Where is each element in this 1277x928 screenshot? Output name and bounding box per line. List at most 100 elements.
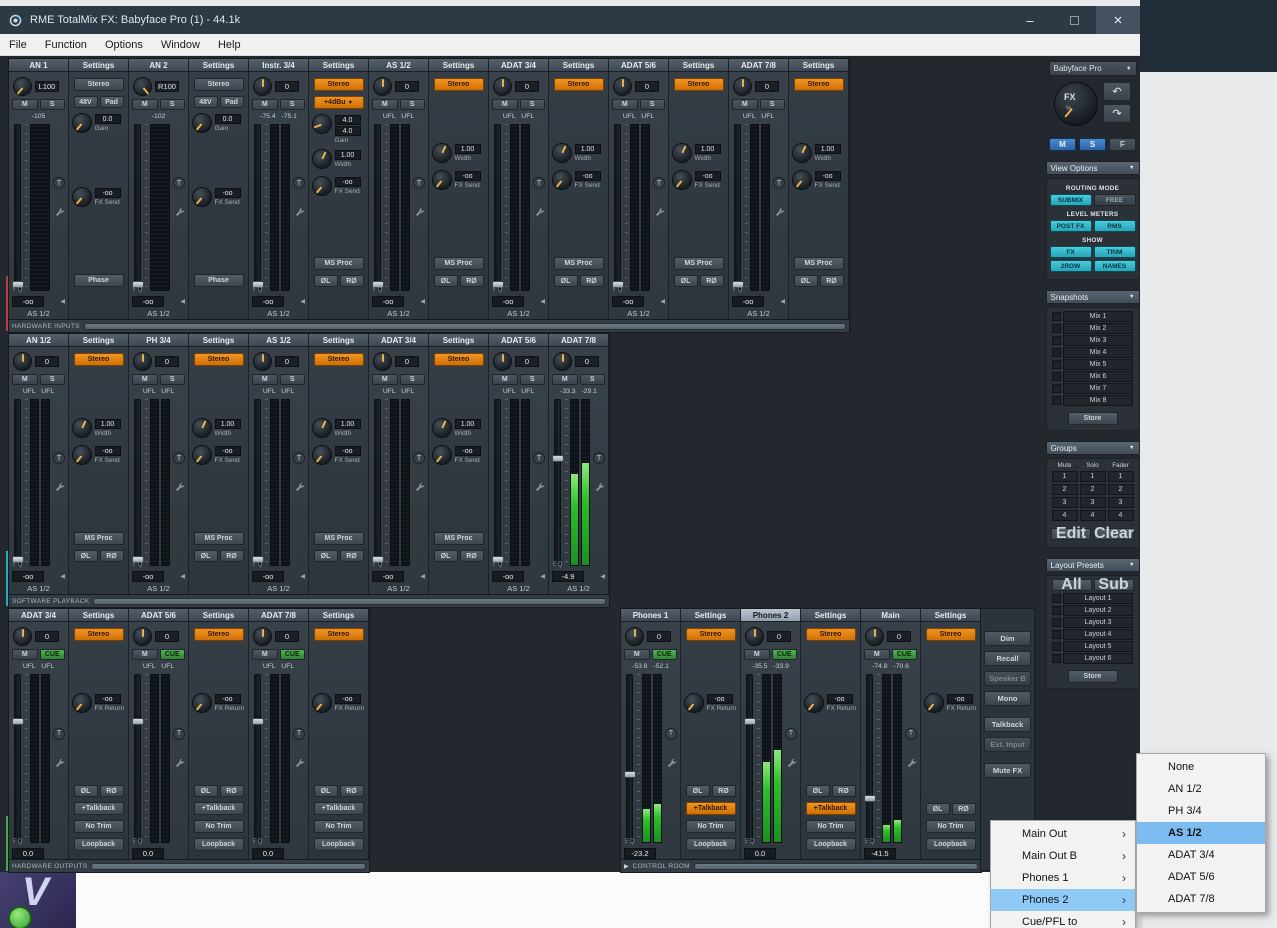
group-cell[interactable]: 3 <box>1052 497 1078 508</box>
mute-button[interactable]: M <box>732 99 758 110</box>
snapshot-row[interactable]: Mix 8 <box>1052 395 1133 406</box>
output-cycle-icon[interactable]: ◀ <box>780 298 785 305</box>
stereo-button[interactable]: Stereo <box>74 353 124 366</box>
phase-right-button[interactable]: RØ <box>220 785 244 797</box>
fx-return-knob[interactable] <box>192 693 212 713</box>
fader-handle[interactable] <box>624 771 636 778</box>
solo-button[interactable]: S <box>400 99 426 110</box>
output-cycle-icon[interactable]: ◀ <box>660 298 665 305</box>
fader-track[interactable] <box>554 399 561 566</box>
pan-knob[interactable] <box>133 627 152 646</box>
settings-wrench-icon[interactable] <box>906 756 917 767</box>
fader-track[interactable] <box>626 674 633 843</box>
loopback-button[interactable]: Loopback <box>686 838 736 851</box>
solo-button[interactable]: S <box>280 374 306 385</box>
fader-track[interactable] <box>494 124 501 291</box>
stereo-button[interactable]: Stereo <box>674 78 724 91</box>
fader-track[interactable] <box>614 124 621 291</box>
menu-options[interactable]: Options <box>96 34 152 55</box>
settings-wrench-icon[interactable] <box>54 756 65 767</box>
stereo-button[interactable]: Stereo <box>806 628 856 641</box>
stereo-button[interactable]: Stereo <box>74 628 124 641</box>
mute-button[interactable]: M <box>252 99 278 110</box>
channel-name[interactable]: AN 1/2 <box>9 334 68 347</box>
fx-send-knob[interactable] <box>312 176 332 196</box>
phase-right-button[interactable]: RØ <box>712 785 736 797</box>
fader-handle[interactable] <box>252 718 264 725</box>
loopback-button[interactable]: Loopback <box>806 838 856 851</box>
fx-send-knob[interactable] <box>312 445 332 465</box>
pan-knob[interactable] <box>13 77 32 96</box>
context-item-main-out[interactable]: Main Out› <box>991 823 1135 845</box>
pan-knob[interactable] <box>133 77 152 96</box>
48v-button[interactable]: 48V <box>194 96 218 108</box>
output-cycle-icon[interactable]: ◀ <box>420 573 425 580</box>
no-trim-button[interactable]: No Trim <box>806 820 856 833</box>
fader-track[interactable] <box>14 399 21 566</box>
group-cell[interactable]: 2 <box>1080 484 1106 495</box>
channel-name[interactable]: ADAT 7/8 <box>729 59 788 72</box>
output-assign[interactable]: AS 1/2 <box>489 307 548 319</box>
pan-knob[interactable] <box>253 352 272 371</box>
solo-button[interactable]: S <box>640 99 666 110</box>
loopback-button[interactable]: Loopback <box>194 838 244 851</box>
group-cell[interactable]: 1 <box>1108 471 1134 482</box>
width-knob[interactable] <box>672 143 692 163</box>
minimize-button[interactable]: – <box>1008 6 1052 34</box>
fx-send-knob[interactable] <box>192 445 212 465</box>
trim-button[interactable]: T <box>413 177 425 189</box>
output-cycle-icon[interactable]: ◀ <box>600 573 605 580</box>
output-assign[interactable]: AS 1/2 <box>249 582 308 594</box>
submix-toggle[interactable]: SUBMIX <box>1050 194 1092 206</box>
group-cell[interactable]: 3 <box>1108 497 1134 508</box>
fader-handle[interactable] <box>132 718 144 725</box>
trim-button[interactable]: T <box>905 728 917 740</box>
trim-button[interactable]: T <box>53 728 65 740</box>
context-item-cue-pfl-to[interactable]: Cue/PFL to› <box>991 911 1135 928</box>
expand-icon[interactable]: ▶ <box>624 863 629 870</box>
mono-button[interactable]: Mono <box>984 691 1031 706</box>
menu-function[interactable]: Function <box>36 34 96 55</box>
mute-button[interactable]: M <box>132 99 158 110</box>
mute-button[interactable]: M <box>612 99 638 110</box>
stereo-button[interactable]: Stereo <box>74 78 124 91</box>
stereo-button[interactable]: Stereo <box>554 78 604 91</box>
phase-left-button[interactable]: ØL <box>686 785 710 797</box>
layout-tab-sub[interactable]: Sub <box>1094 579 1134 591</box>
submenu-item-ph-3-4[interactable]: PH 3/4 <box>1137 800 1265 822</box>
fader-track[interactable] <box>14 124 21 291</box>
width-knob[interactable] <box>792 143 812 163</box>
fx-send-knob[interactable] <box>432 170 452 190</box>
settings-wrench-icon[interactable] <box>414 205 425 216</box>
trim-button[interactable]: T <box>293 452 305 464</box>
phase-right-button[interactable]: RØ <box>952 803 976 815</box>
output-cycle-icon[interactable]: ◀ <box>60 573 65 580</box>
phase-left-button[interactable]: ØL <box>314 785 338 797</box>
no-trim-button[interactable]: No Trim <box>686 820 736 833</box>
snapshot-row[interactable]: Mix 2 <box>1052 323 1133 334</box>
fader-handle[interactable] <box>552 455 564 462</box>
layout-row[interactable]: Layout 5 <box>1052 641 1133 652</box>
trim-button[interactable]: T <box>653 177 665 189</box>
section-scrollbar-thumb[interactable] <box>91 863 366 870</box>
fader-handle[interactable] <box>12 718 24 725</box>
cue-button[interactable]: CUE <box>40 649 66 660</box>
settings-wrench-icon[interactable] <box>294 480 305 491</box>
phase-left-button[interactable]: ØL <box>926 803 950 815</box>
channel-name[interactable]: Main <box>861 609 920 622</box>
pan-knob[interactable] <box>373 77 392 96</box>
output-assign[interactable]: AS 1/2 <box>729 307 788 319</box>
snapshot-row[interactable]: Mix 7 <box>1052 383 1133 394</box>
settings-wrench-icon[interactable] <box>174 205 185 216</box>
fader-handle[interactable] <box>864 795 876 802</box>
trim-toggle[interactable]: TRIM <box>1094 246 1136 258</box>
mute-button[interactable]: M <box>132 374 158 385</box>
settings-wrench-icon[interactable] <box>414 480 425 491</box>
gain-knob[interactable] <box>72 113 92 133</box>
context-item-main-out-b[interactable]: Main Out B› <box>991 845 1135 867</box>
rms-toggle[interactable]: RMS <box>1094 220 1136 232</box>
solo-button[interactable]: S <box>160 99 186 110</box>
output-assign[interactable]: AS 1/2 <box>489 582 548 594</box>
trim-button[interactable]: T <box>413 452 425 464</box>
2row-toggle[interactable]: 2ROW <box>1050 260 1092 272</box>
